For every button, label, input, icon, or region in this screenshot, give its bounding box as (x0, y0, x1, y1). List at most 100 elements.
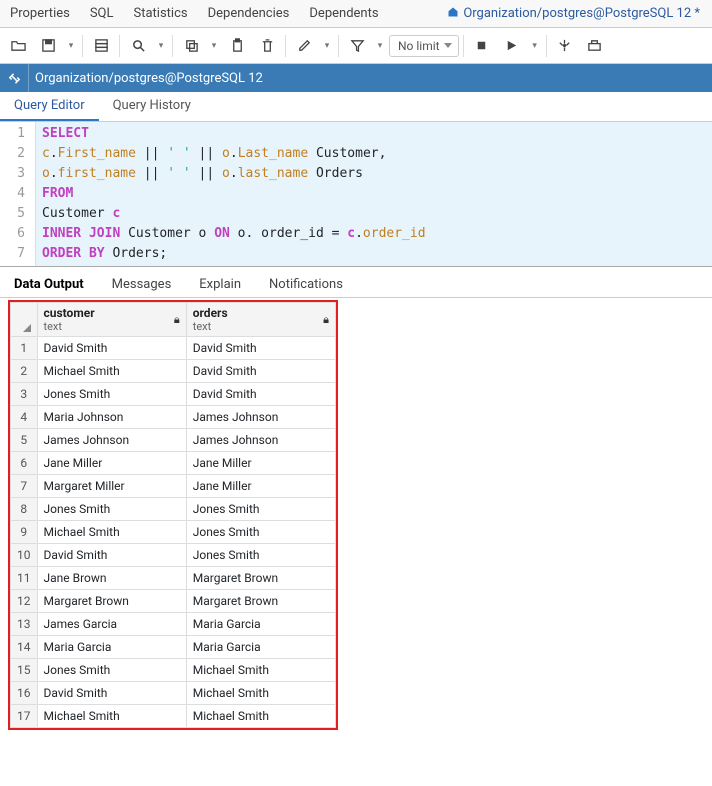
cell-orders[interactable]: Maria Garcia (186, 636, 335, 659)
row-number[interactable]: 15 (11, 659, 38, 682)
row-number[interactable]: 16 (11, 682, 38, 705)
cell-customer[interactable]: James Garcia (37, 613, 186, 636)
paste-button[interactable] (223, 32, 251, 60)
row-number[interactable]: 8 (11, 498, 38, 521)
cell-orders[interactable]: Jane Miller (186, 475, 335, 498)
cell-orders[interactable]: Michael Smith (186, 682, 335, 705)
cell-customer[interactable]: James Johnson (37, 429, 186, 452)
tab-query-file[interactable]: Organization/postgres@PostgreSQL 12 * (437, 2, 712, 25)
row-number[interactable]: 9 (11, 521, 38, 544)
table-row[interactable]: 11Jane BrownMargaret Brown (11, 567, 336, 590)
cell-orders[interactable]: James Johnson (186, 406, 335, 429)
row-number[interactable]: 13 (11, 613, 38, 636)
cell-customer[interactable]: Michael Smith (37, 705, 186, 728)
connection-text[interactable]: Organization/postgres@PostgreSQL 12 (28, 64, 712, 92)
row-number[interactable]: 10 (11, 544, 38, 567)
execute-dropdown-caret[interactable]: ▾ (528, 41, 542, 51)
cell-customer[interactable]: Jane Brown (37, 567, 186, 590)
cell-customer[interactable]: David Smith (37, 544, 186, 567)
cell-customer[interactable]: Margaret Miller (37, 475, 186, 498)
explain-button[interactable] (551, 32, 579, 60)
cell-customer[interactable]: David Smith (37, 337, 186, 360)
table-row[interactable]: 14Maria GarciaMaria Garcia (11, 636, 336, 659)
cell-customer[interactable]: Maria Johnson (37, 406, 186, 429)
table-row[interactable]: 15Jones SmithMichael Smith (11, 659, 336, 682)
table-row[interactable]: 1David SmithDavid Smith (11, 337, 336, 360)
table-row[interactable]: 12Margaret BrownMargaret Brown (11, 590, 336, 613)
copy-button[interactable] (177, 32, 205, 60)
row-number[interactable]: 6 (11, 452, 38, 475)
edit-dropdown-caret[interactable]: ▾ (320, 41, 334, 51)
table-row[interactable]: 13James GarciaMaria Garcia (11, 613, 336, 636)
column-header-customer[interactable]: customertext🔒︎ (37, 303, 186, 337)
table-row[interactable]: 7Margaret MillerJane Miller (11, 475, 336, 498)
row-number[interactable]: 11 (11, 567, 38, 590)
save-dropdown-caret[interactable]: ▾ (64, 41, 78, 51)
tab-messages[interactable]: Messages (98, 271, 186, 298)
open-file-button[interactable] (4, 32, 32, 60)
cell-customer[interactable]: Jones Smith (37, 383, 186, 406)
connection-icon[interactable] (0, 64, 28, 92)
cell-orders[interactable]: Jones Smith (186, 498, 335, 521)
tab-query-editor[interactable]: Query Editor (0, 92, 99, 121)
tab-dependencies[interactable]: Dependencies (198, 2, 300, 25)
save-button[interactable] (34, 32, 62, 60)
tab-sql[interactable]: SQL (80, 2, 124, 25)
tab-dependents[interactable]: Dependents (299, 2, 388, 25)
copy-dropdown-caret[interactable]: ▾ (207, 41, 221, 51)
table-row[interactable]: 4Maria JohnsonJames Johnson (11, 406, 336, 429)
row-number[interactable]: 3 (11, 383, 38, 406)
stop-button[interactable] (468, 32, 496, 60)
find-button[interactable] (124, 32, 152, 60)
cell-orders[interactable]: Jones Smith (186, 544, 335, 567)
sql-editor[interactable]: 1234567 SELECTc.First_name || ' ' || o.L… (0, 122, 712, 266)
cell-orders[interactable]: Maria Garcia (186, 613, 335, 636)
tab-properties[interactable]: Properties (0, 2, 80, 25)
cell-orders[interactable]: Margaret Brown (186, 567, 335, 590)
sql-code[interactable]: SELECTc.First_name || ' ' || o.Last_name… (36, 122, 712, 266)
cell-customer[interactable]: Jane Miller (37, 452, 186, 475)
table-row[interactable]: 8Jones SmithJones Smith (11, 498, 336, 521)
table-row[interactable]: 10David SmithJones Smith (11, 544, 336, 567)
row-number[interactable]: 14 (11, 636, 38, 659)
cell-customer[interactable]: Michael Smith (37, 360, 186, 383)
cell-customer[interactable]: Jones Smith (37, 659, 186, 682)
cell-customer[interactable]: Michael Smith (37, 521, 186, 544)
table-row[interactable]: 5James JohnsonJames Johnson (11, 429, 336, 452)
row-number[interactable]: 17 (11, 705, 38, 728)
cell-orders[interactable]: James Johnson (186, 429, 335, 452)
tab-statistics[interactable]: Statistics (124, 2, 198, 25)
cell-customer[interactable]: Jones Smith (37, 498, 186, 521)
row-number[interactable]: 4 (11, 406, 38, 429)
explain-analyze-button[interactable] (581, 32, 609, 60)
cell-orders[interactable]: David Smith (186, 360, 335, 383)
cell-orders[interactable]: David Smith (186, 337, 335, 360)
cell-customer[interactable]: David Smith (37, 682, 186, 705)
cell-orders[interactable]: Margaret Brown (186, 590, 335, 613)
row-number[interactable]: 2 (11, 360, 38, 383)
cell-orders[interactable]: Jones Smith (186, 521, 335, 544)
cell-orders[interactable]: Michael Smith (186, 705, 335, 728)
tab-explain[interactable]: Explain (185, 271, 255, 298)
row-number[interactable]: 12 (11, 590, 38, 613)
column-header-orders[interactable]: orderstext🔒︎ (186, 303, 335, 337)
limit-select[interactable]: No limit (389, 35, 459, 57)
cell-orders[interactable]: Michael Smith (186, 659, 335, 682)
row-number[interactable]: 1 (11, 337, 38, 360)
table-row[interactable]: 3Jones SmithDavid Smith (11, 383, 336, 406)
query-tool-button[interactable] (87, 32, 115, 60)
filter-button[interactable] (343, 32, 371, 60)
table-row[interactable]: 9Michael SmithJones Smith (11, 521, 336, 544)
cell-customer[interactable]: Margaret Brown (37, 590, 186, 613)
grid-corner[interactable] (11, 303, 38, 337)
tab-notifications[interactable]: Notifications (255, 271, 357, 298)
find-dropdown-caret[interactable]: ▾ (154, 41, 168, 51)
row-number[interactable]: 7 (11, 475, 38, 498)
table-row[interactable]: 16David SmithMichael Smith (11, 682, 336, 705)
execute-button[interactable] (498, 32, 526, 60)
cell-customer[interactable]: Maria Garcia (37, 636, 186, 659)
result-grid[interactable]: customertext🔒︎orderstext🔒︎ 1David SmithD… (10, 302, 336, 728)
row-number[interactable]: 5 (11, 429, 38, 452)
table-row[interactable]: 17Michael SmithMichael Smith (11, 705, 336, 728)
tab-query-history[interactable]: Query History (99, 92, 205, 121)
